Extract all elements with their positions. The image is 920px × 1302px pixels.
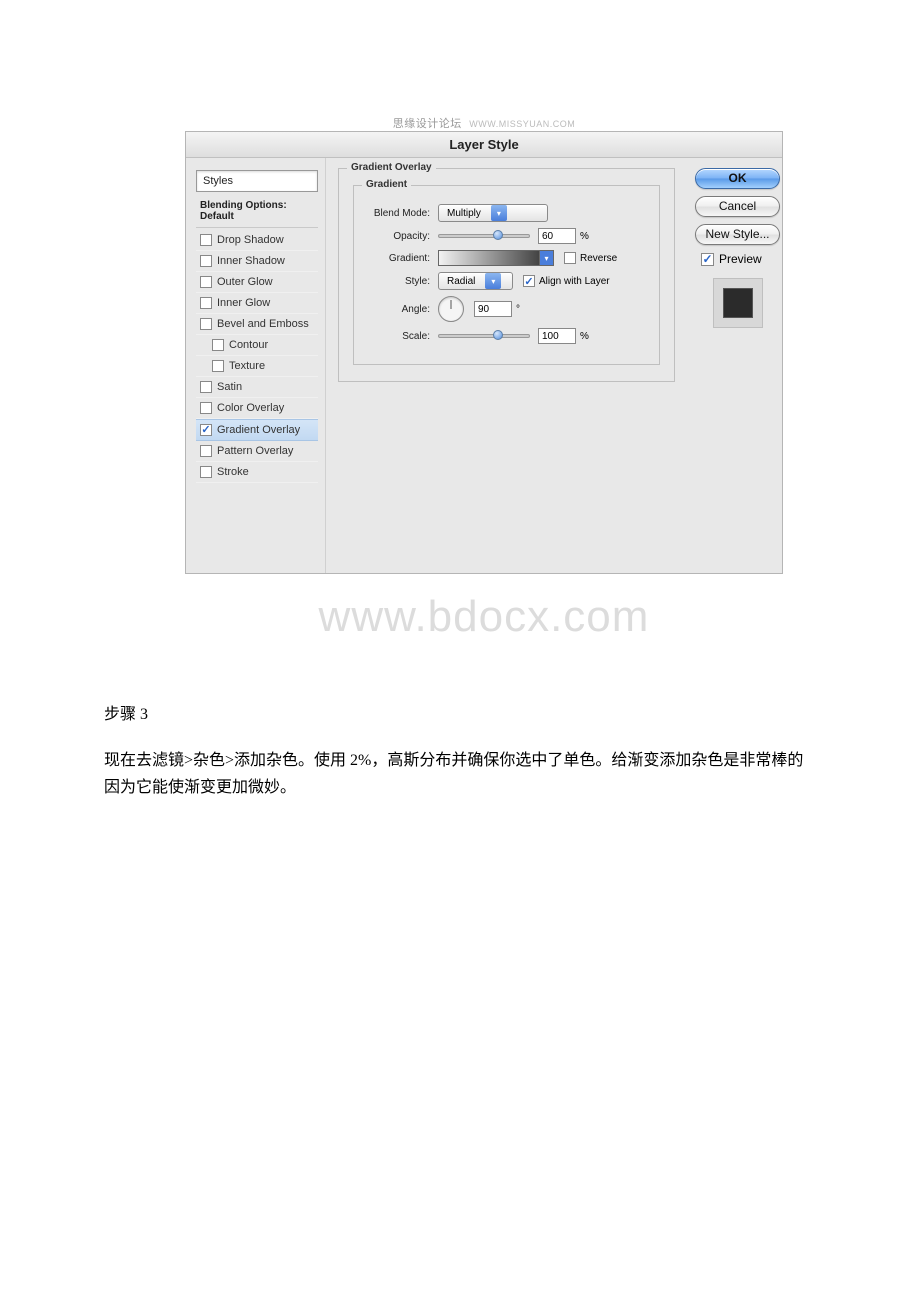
effect-checkbox[interactable] xyxy=(200,402,212,414)
effect-item-texture[interactable]: Texture xyxy=(196,356,318,377)
effect-label: Inner Glow xyxy=(217,297,270,309)
effect-item-pattern-overlay[interactable]: Pattern Overlay xyxy=(196,441,318,462)
scale-slider[interactable] xyxy=(438,334,530,338)
angle-label: Angle: xyxy=(368,304,430,315)
effect-label: Bevel and Emboss xyxy=(217,318,309,330)
angle-input[interactable] xyxy=(474,301,512,317)
dialog-buttons: OK Cancel New Style... ✓ Preview xyxy=(687,158,782,573)
cancel-button[interactable]: Cancel xyxy=(695,196,780,217)
article-text: 步骤 3 现在去滤镜>杂色>添加杂色。使用 2%，高斯分布并确保你选中了单色。给… xyxy=(104,702,816,801)
effect-checkbox[interactable] xyxy=(200,318,212,330)
style-label: Style: xyxy=(368,276,430,287)
styles-sidebar: Styles Blending Options: Default Drop Sh… xyxy=(186,158,326,573)
effect-label: Satin xyxy=(217,381,242,393)
subsection-title: Gradient xyxy=(362,179,411,190)
watermark-header: 思缘设计论坛 WWW.MISSYUAN.COM xyxy=(185,115,783,131)
effect-item-satin[interactable]: Satin xyxy=(196,377,318,398)
blend-mode-value: Multiply xyxy=(447,208,481,219)
angle-dial[interactable] xyxy=(438,296,464,322)
gradient-label: Gradient: xyxy=(368,253,430,264)
gradient-picker-arrow-icon[interactable]: ▾ xyxy=(539,251,553,265)
effect-checkbox[interactable] xyxy=(212,339,224,351)
blend-mode-dropdown[interactable]: Multiply ▾ xyxy=(438,204,548,222)
opacity-slider[interactable] xyxy=(438,234,530,238)
style-dropdown[interactable]: Radial ▾ xyxy=(438,272,513,290)
preview-swatch-container xyxy=(713,278,763,328)
effect-checkbox[interactable] xyxy=(200,255,212,267)
scale-unit: % xyxy=(580,331,589,342)
effect-label: Gradient Overlay xyxy=(217,424,300,436)
effect-item-outer-glow[interactable]: Outer Glow xyxy=(196,272,318,293)
effect-label: Color Overlay xyxy=(217,402,284,414)
styles-header[interactable]: Styles xyxy=(196,170,318,192)
step-title: 步骤 3 xyxy=(104,702,816,728)
preview-checkbox-box: ✓ xyxy=(701,253,714,266)
watermark-header-en: WWW.MISSYUAN.COM xyxy=(469,119,575,129)
effect-item-stroke[interactable]: Stroke xyxy=(196,462,318,483)
scale-label: Scale: xyxy=(368,331,430,342)
gradient-overlay-group: Gradient Overlay Gradient Blend Mode: Mu… xyxy=(338,168,675,382)
dropdown-arrow-icon: ▾ xyxy=(491,205,507,221)
effect-item-color-overlay[interactable]: Color Overlay xyxy=(196,398,318,419)
new-style-button[interactable]: New Style... xyxy=(695,224,780,245)
ok-button[interactable]: OK xyxy=(695,168,780,189)
effect-checkbox[interactable] xyxy=(212,360,224,372)
article-body: 现在去滤镜>杂色>添加杂色。使用 2%，高斯分布并确保你选中了单色。给渐变添加杂… xyxy=(104,748,816,801)
opacity-label: Opacity: xyxy=(368,231,430,242)
preview-swatch xyxy=(723,288,753,318)
effect-item-drop-shadow[interactable]: Drop Shadow xyxy=(196,230,318,251)
effect-label: Texture xyxy=(229,360,265,372)
blend-mode-label: Blend Mode: xyxy=(368,208,430,219)
watermark-header-cn: 思缘设计论坛 xyxy=(393,118,462,130)
effect-checkbox[interactable]: ✓ xyxy=(200,424,212,436)
effect-checkbox[interactable] xyxy=(200,381,212,393)
effect-checkbox[interactable] xyxy=(200,466,212,478)
effect-checkbox[interactable] xyxy=(200,297,212,309)
gradient-group: Gradient Blend Mode: Multiply ▾ Opacity: xyxy=(353,185,660,365)
effect-item-gradient-overlay[interactable]: ✓ Gradient Overlay xyxy=(196,419,318,441)
reverse-label: Reverse xyxy=(580,253,617,264)
blending-options-item[interactable]: Blending Options: Default xyxy=(196,197,318,228)
dropdown-arrow-icon: ▾ xyxy=(485,273,501,289)
angle-unit: ° xyxy=(516,304,520,315)
effect-item-contour[interactable]: Contour xyxy=(196,335,318,356)
effect-item-bevel-and-emboss[interactable]: Bevel and Emboss xyxy=(196,314,318,335)
effect-label: Contour xyxy=(229,339,268,351)
effect-label: Outer Glow xyxy=(217,276,273,288)
effect-checkbox[interactable] xyxy=(200,276,212,288)
effect-item-inner-shadow[interactable]: Inner Shadow xyxy=(196,251,318,272)
align-with-layer-checkbox[interactable]: ✓ Align with Layer xyxy=(523,275,610,287)
opacity-unit: % xyxy=(580,231,589,242)
preview-checkbox[interactable]: ✓ Preview xyxy=(695,252,774,266)
gradient-swatch[interactable]: ▾ xyxy=(438,250,554,266)
preview-label: Preview xyxy=(719,252,762,266)
align-checkbox-box: ✓ xyxy=(523,275,535,287)
effect-checkbox[interactable] xyxy=(200,234,212,246)
effect-checkbox[interactable] xyxy=(200,445,212,457)
effect-item-inner-glow[interactable]: Inner Glow xyxy=(196,293,318,314)
align-label: Align with Layer xyxy=(539,276,610,287)
effect-label: Stroke xyxy=(217,466,249,478)
watermark-text: www.bdocx.com xyxy=(185,592,783,642)
style-value: Radial xyxy=(447,276,475,287)
effect-label: Drop Shadow xyxy=(217,234,284,246)
section-title: Gradient Overlay xyxy=(347,162,436,173)
layer-style-dialog: Layer Style Styles Blending Options: Def… xyxy=(185,131,783,574)
gradient-overlay-panel: Gradient Overlay Gradient Blend Mode: Mu… xyxy=(326,158,687,573)
effect-label: Inner Shadow xyxy=(217,255,285,267)
reverse-checkbox[interactable]: Reverse xyxy=(564,252,617,264)
reverse-checkbox-box xyxy=(564,252,576,264)
scale-input[interactable] xyxy=(538,328,576,344)
dialog-title: Layer Style xyxy=(186,132,782,158)
effect-label: Pattern Overlay xyxy=(217,445,293,457)
opacity-input[interactable] xyxy=(538,228,576,244)
